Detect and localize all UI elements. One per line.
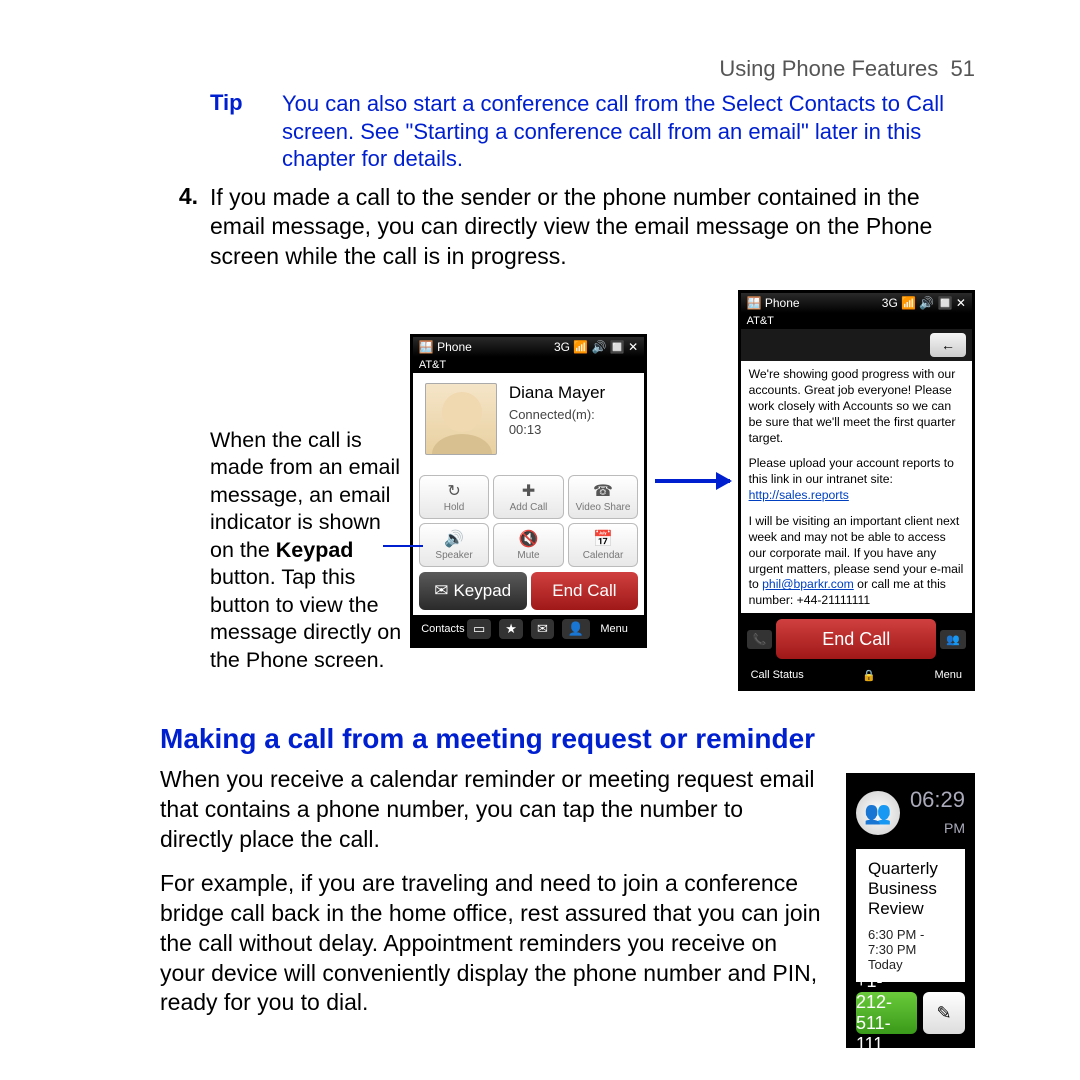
step-4: 4. If you made a call to the sender or t… [160,183,975,273]
status-bar: 🪟 Phone 3G 📶 🔊 🔲 ✕ [741,293,972,313]
email-body: We're showing good progress with our acc… [741,361,972,613]
phone-screenshot-email: 🪟 Phone 3G 📶 🔊 🔲 ✕ AT&T ← We're showing … [738,290,975,691]
end-call-button[interactable]: End Call [776,619,936,659]
lock-icon[interactable]: 🔒 [862,669,876,682]
hold-icon: ↻ [447,481,460,501]
calendar-icon: 📅 [593,529,613,549]
call-icon[interactable]: 📞 [747,630,773,649]
mute-icon: 🔇 [519,529,539,549]
bottom-icons: ▭ ★ ✉ 👤 [467,619,590,639]
caller-avatar [425,383,497,455]
star-icon[interactable]: ★ [499,619,523,639]
keypad-annotation: When the call is made from an email mess… [210,307,410,675]
tip-block: Tip You can also start a conference call… [160,90,975,173]
chapter-title: Using Phone Features [719,56,938,81]
contacts-icon[interactable]: 👥 [940,630,966,649]
call-status: Connected(m): [509,407,605,422]
arrow-icon [655,479,729,483]
back-button[interactable]: ← [930,333,966,357]
email-link[interactable]: phil@bparkr.com [762,577,854,591]
section-heading: Making a call from a meeting request or … [160,723,975,755]
tip-label: Tip [210,90,282,173]
page-number: 51 [951,56,975,81]
reminder-people-icon: 👥 [856,791,900,835]
reminder-clock: 06:29 PM [910,787,965,839]
status-bar: 🪟 Phone 3G 📶 🔊 🔲 ✕ [413,337,644,357]
page-header: Using Phone Features 51 [160,56,975,82]
add-call-button[interactable]: ✚Add Call [493,475,563,519]
video-share-icon: ☎ [593,481,613,501]
section-body: When you receive a calendar reminder or … [160,765,822,1048]
reminder-time-range: 6:30 PM - 7:30 PM Today [868,927,953,972]
envelope-icon: ✉ [434,581,448,601]
end-call-button[interactable]: End Call [531,572,639,610]
hold-button[interactable]: ↻Hold [419,475,489,519]
reminder-edit-button[interactable]: ✎ [923,992,965,1034]
reminder-title: Quarterly Business Review [868,859,953,919]
mail-icon[interactable]: ✉ [531,619,554,639]
video-share-button[interactable]: ☎Video Share [568,475,638,519]
call-status-softkey[interactable]: Call Status [751,669,804,682]
add-call-icon: ✚ [522,481,535,501]
call-timer: 00:13 [509,422,605,437]
step-text: If you made a call to the sender or the … [210,183,975,273]
step-number: 4. [160,183,210,273]
tip-text: You can also start a conference call fro… [282,90,975,173]
carrier-label: AT&T [413,357,644,373]
reminder-call-button[interactable]: +1-212-511-111 [856,992,917,1034]
mute-button[interactable]: 🔇Mute [493,523,563,567]
speaker-button[interactable]: 🔊Speaker [419,523,489,567]
menu-softkey[interactable]: Menu [590,623,638,635]
calendar-button[interactable]: 📅Calendar [568,523,638,567]
reminder-screenshot: 👥 06:29 PM Quarterly Business Review 6:3… [846,773,975,1048]
keypad-button[interactable]: ✉Keypad [419,572,527,610]
speaker-icon: 🔊 [444,529,464,549]
menu-softkey[interactable]: Menu [934,669,962,682]
phone-screenshot-call: 🪟 Phone 3G 📶 🔊 🔲 ✕ AT&T Diana Mayer Conn… [410,334,647,648]
carrier-label: AT&T [741,313,972,329]
annotation-pointer-line [383,545,423,547]
sales-link[interactable]: http://sales.reports [749,488,849,502]
card-icon[interactable]: ▭ [467,619,491,639]
caller-name: Diana Mayer [509,383,605,403]
contacts-softkey[interactable]: Contacts [419,623,467,635]
person-icon[interactable]: 👤 [562,619,590,639]
